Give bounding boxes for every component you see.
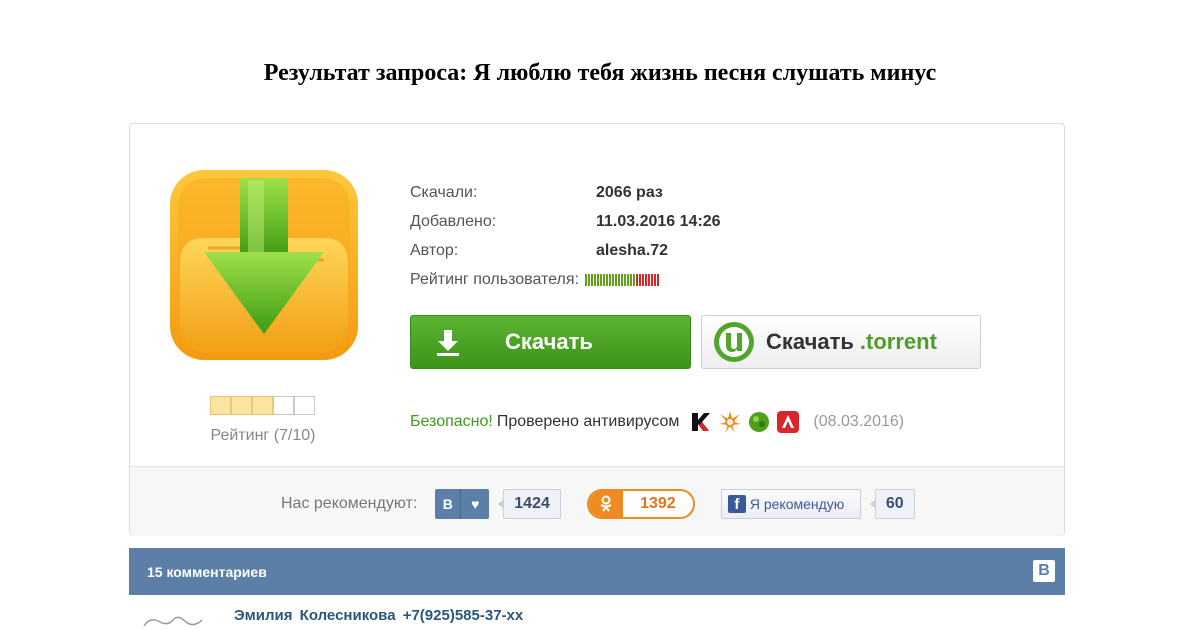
rating-bar-segment <box>650 273 653 286</box>
rating-bar-segment <box>617 273 620 286</box>
fb-recommend-label: Я рекомендую <box>749 496 845 512</box>
rating-bar-segment <box>656 273 659 286</box>
rating-bar-segment <box>629 273 632 286</box>
download-folder-icon <box>170 170 358 360</box>
page-title: Результат запроса: Я люблю тебя жизнь пе… <box>263 60 937 86</box>
rating-bar-segment <box>620 273 623 286</box>
downloads-value: 2066 раз <box>596 183 663 201</box>
avast-icon <box>719 411 742 433</box>
author-label: Автор: <box>410 241 459 259</box>
download-torrent-button[interactable]: Скачать .torrent <box>701 315 981 369</box>
rating-bar-segment <box>587 273 590 286</box>
rating-bar-segment <box>590 273 593 286</box>
antivirus-icons <box>689 410 805 434</box>
drweb-icon <box>749 412 770 432</box>
rating-bar-segment <box>593 273 596 286</box>
ok-share-button[interactable]: 1392 <box>586 489 695 519</box>
rating-bar-segment <box>599 273 602 286</box>
user-rating-label: Рейтинг пользователя: <box>410 270 579 288</box>
rating-star[interactable] <box>252 396 273 415</box>
rating-bar-segment <box>602 273 605 286</box>
antivirus-line: Безопасно! Проверено антивирусом (08.03.… <box>410 410 904 434</box>
download-arrow-icon <box>437 330 459 356</box>
vk-share-count: 1424 <box>498 489 561 519</box>
rating-bar-segment <box>608 273 611 286</box>
comment-author[interactable]: Эмилия Колесникова +7(925)585-37-xx <box>234 607 523 624</box>
rating-bar-segment <box>641 273 644 286</box>
vk-share-button[interactable]: B ♥ <box>435 489 490 519</box>
downloads-row: Скачали: 2066 раз <box>410 178 721 207</box>
rating-bar-segment <box>653 273 656 286</box>
odnoklassniki-icon <box>588 491 623 517</box>
rating-bar-segment <box>647 273 650 286</box>
rating-bar-segment <box>584 273 587 286</box>
safe-label: Безопасно! <box>410 413 493 430</box>
recommend-bar: Нас рекомендуют: B ♥ 1424 1392 f Я реком <box>130 466 1064 536</box>
downloads-label: Скачали: <box>410 183 478 201</box>
rating-star[interactable] <box>210 396 231 415</box>
download-button-label: Скачать <box>505 329 593 354</box>
kaspersky-icon <box>692 413 711 431</box>
comments-count: 15 комментариев <box>147 563 267 580</box>
torrent-button-suffix: .torrent <box>859 329 937 354</box>
heart-icon: ♥ <box>471 496 480 512</box>
user-rating-bar <box>584 273 660 286</box>
fb-recommend-button[interactable]: f Я рекомендую <box>720 489 861 519</box>
rating-star[interactable] <box>231 396 252 415</box>
author-row: Автор: alesha.72 <box>410 236 721 265</box>
fb-recommend-count: 60 <box>869 489 915 519</box>
utorrent-icon <box>714 322 754 362</box>
comment-avatar <box>143 616 203 627</box>
rating-stars[interactable] <box>210 396 315 415</box>
rating-bar-segment <box>596 273 599 286</box>
checked-label: Проверено антивирусом <box>496 413 680 430</box>
rating-bar-segment <box>611 273 614 286</box>
vk-letter: B <box>435 489 462 519</box>
rating-bar-segment <box>626 273 629 286</box>
rating-bar-segment <box>632 273 635 286</box>
download-card: Рейтинг (7/10) Скачали: 2066 раз Добавле… <box>129 123 1065 536</box>
recommend-label: Нас рекомендуют: <box>281 495 418 512</box>
rating-star[interactable] <box>273 396 294 415</box>
rating-bar-segment <box>623 273 626 286</box>
rating-bar-segment <box>638 273 641 286</box>
added-row: Добавлено: 11.03.2016 14:26 <box>410 207 721 236</box>
download-button[interactable]: Скачать <box>410 315 691 369</box>
torrent-button-label: Скачать <box>766 329 854 354</box>
rating-caption: Рейтинг (7/10) <box>210 427 316 444</box>
user-rating-row: Рейтинг пользователя: <box>410 265 721 294</box>
rating-bar-segment <box>614 273 617 286</box>
vk-logo-icon[interactable]: B <box>1033 560 1055 582</box>
author-value: alesha.72 <box>596 241 669 259</box>
rating-bar-segment <box>605 273 608 286</box>
file-info: Скачали: 2066 раз Добавлено: 11.03.2016 … <box>410 178 721 294</box>
recommend-row: Нас рекомендуют: B ♥ 1424 1392 f Я реком <box>281 489 915 519</box>
added-label: Добавлено: <box>410 212 497 230</box>
avira-icon <box>777 411 800 433</box>
comments-header: 15 комментариев B <box>129 548 1065 595</box>
rating-bar-segment <box>635 273 638 286</box>
ok-share-count: 1392 <box>640 495 676 512</box>
antivirus-date: (08.03.2016) <box>813 413 905 430</box>
rating-star[interactable] <box>294 396 315 415</box>
rating-bar-segment <box>644 273 647 286</box>
added-value: 11.03.2016 14:26 <box>596 212 721 230</box>
facebook-icon: f <box>727 495 746 513</box>
